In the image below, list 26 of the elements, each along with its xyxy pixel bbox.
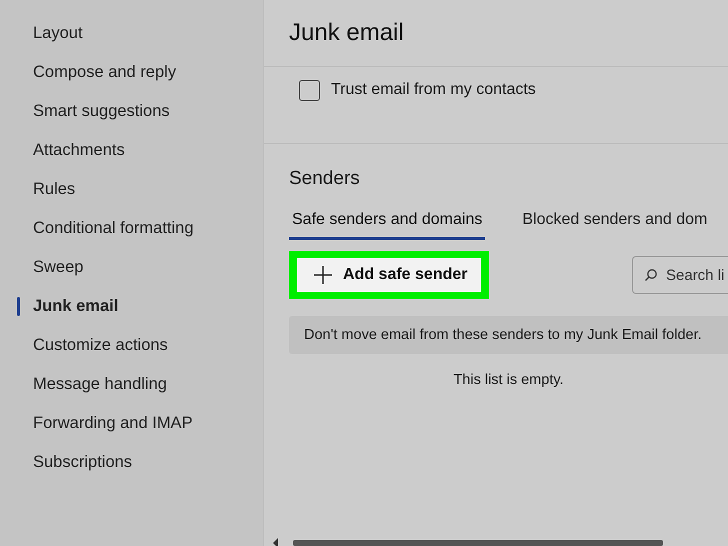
add-safe-sender-button[interactable]: Add safe sender (297, 258, 482, 292)
nav-item[interactable]: Junk email (33, 297, 118, 316)
search-icon (644, 268, 658, 282)
nav-item[interactable]: Subscriptions (33, 453, 132, 472)
selection-bar (17, 297, 20, 316)
tab[interactable]: Safe senders and domains (289, 208, 486, 240)
nav-item[interactable]: Sweep (33, 258, 84, 277)
scrollbar[interactable] (273, 536, 663, 546)
nav-item[interactable]: Customize actions (33, 336, 168, 355)
nav-item[interactable]: Forwarding and IMAP (33, 414, 193, 433)
info-bar: Don't move email from these senders to my Junk Email folder. (289, 316, 728, 354)
nav-item[interactable]: Smart suggestions (33, 102, 170, 121)
nav-item[interactable]: Rules (33, 180, 76, 199)
section-title: Senders (289, 168, 361, 191)
nav-item[interactable]: Layout (33, 24, 83, 43)
checkbox[interactable] (299, 80, 320, 100)
tab[interactable]: Blocked senders and dom (519, 208, 710, 240)
page-title: Junk email (289, 19, 404, 47)
plus-icon (313, 265, 333, 285)
checkbox-label: Trust email from my contacts (331, 81, 536, 99)
nav-item[interactable]: Conditional formatting (33, 219, 194, 238)
search-field[interactable]: Search li (632, 256, 728, 294)
nav-item[interactable]: Attachments (33, 141, 125, 160)
nav-item[interactable]: Message handling (33, 375, 167, 394)
nav-item[interactable]: Compose and reply (33, 63, 176, 82)
empty-message: This list is empty. (452, 372, 565, 388)
